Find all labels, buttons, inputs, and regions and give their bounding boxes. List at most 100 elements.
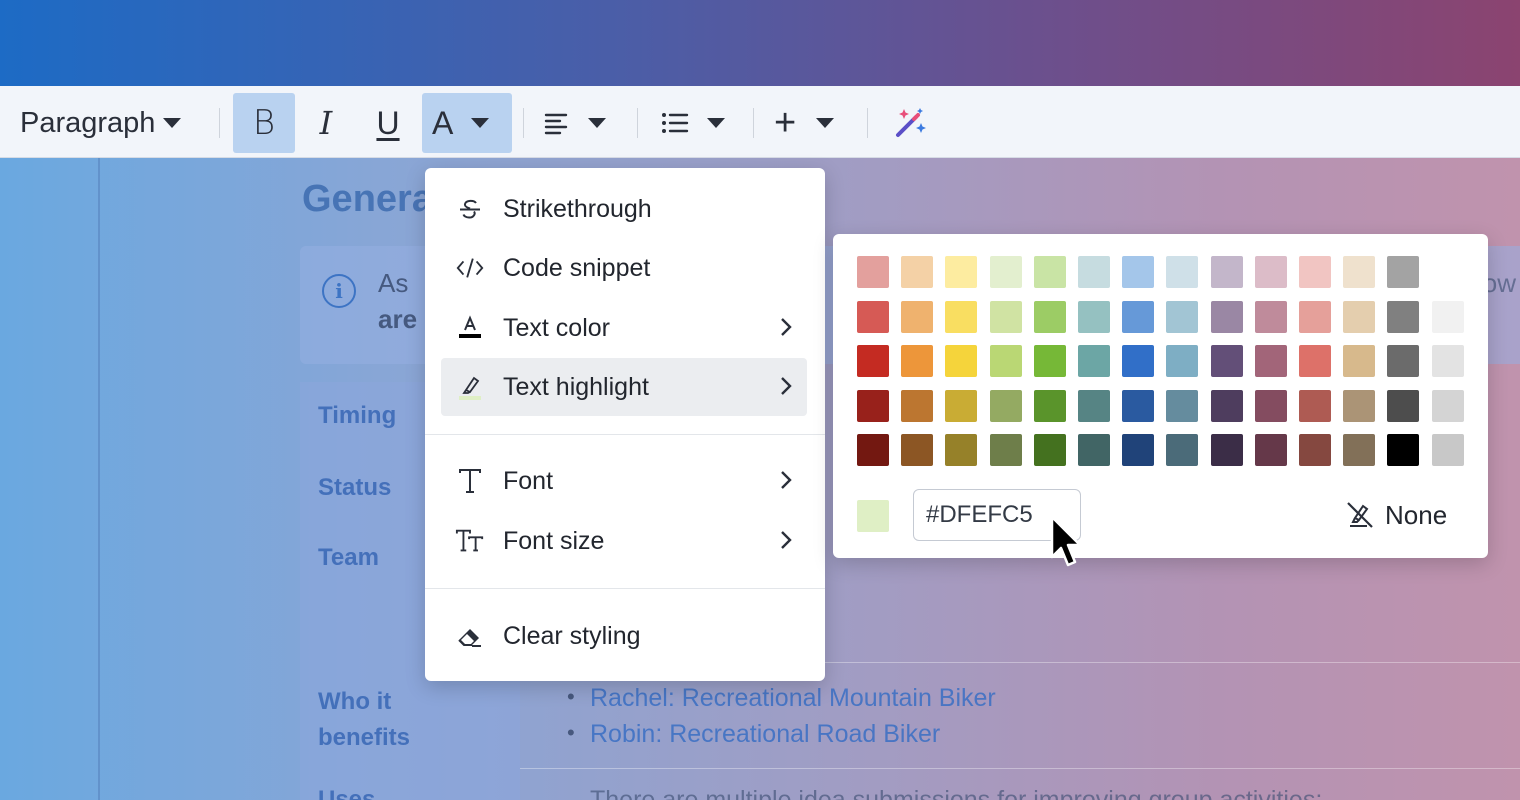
plus-icon: +: [774, 101, 797, 144]
color-swatch[interactable]: [1387, 434, 1420, 466]
color-swatch[interactable]: [1122, 256, 1155, 288]
color-swatch[interactable]: [857, 389, 889, 422]
color-swatch[interactable]: [989, 345, 1022, 377]
color-swatch[interactable]: [1343, 300, 1376, 333]
color-swatch[interactable]: [945, 345, 978, 377]
color-swatch[interactable]: [1122, 345, 1155, 377]
color-swatch[interactable]: [857, 256, 889, 288]
menu-item-font-size[interactable]: Font size: [441, 512, 807, 570]
menu-item-text-highlight[interactable]: Text highlight: [441, 358, 807, 416]
color-swatch[interactable]: [1078, 345, 1110, 377]
color-swatch[interactable]: [1431, 345, 1464, 377]
menu-item-code-snippet[interactable]: Code snippet: [441, 239, 807, 297]
color-swatch[interactable]: [1122, 300, 1155, 333]
color-swatch[interactable]: [1254, 300, 1287, 333]
color-swatch[interactable]: [989, 389, 1022, 422]
italic-button[interactable]: I: [295, 93, 357, 153]
text-color-icon: [455, 313, 485, 343]
ai-assist-button[interactable]: [890, 93, 934, 153]
eraser-icon: [455, 621, 485, 651]
color-swatch[interactable]: [989, 300, 1022, 333]
row-label-uses: Uses: [318, 786, 376, 800]
color-swatch[interactable]: [901, 256, 934, 288]
color-swatch[interactable]: [1343, 434, 1376, 466]
bold-button[interactable]: B: [233, 93, 295, 153]
list-item[interactable]: Rachel: Recreational Mountain Biker: [567, 684, 996, 713]
info-text-line1: As: [378, 268, 409, 298]
color-swatch[interactable]: [901, 300, 934, 333]
color-swatch[interactable]: [1299, 434, 1331, 466]
color-swatch[interactable]: [1299, 300, 1331, 333]
list-item[interactable]: Robin: Recreational Road Biker: [567, 720, 940, 749]
color-swatch[interactable]: [901, 345, 934, 377]
list-dropdown[interactable]: [657, 93, 737, 153]
color-swatch[interactable]: [1166, 256, 1199, 288]
color-swatch[interactable]: [1431, 434, 1464, 466]
color-swatch[interactable]: [1387, 256, 1420, 288]
color-swatch[interactable]: [1210, 256, 1243, 288]
color-swatch[interactable]: [1078, 300, 1110, 333]
menu-item-strikethrough[interactable]: Strikethrough: [441, 180, 807, 238]
selected-color-preview: [857, 500, 889, 532]
color-swatch[interactable]: [1254, 256, 1287, 288]
paragraph-style-dropdown[interactable]: Paragraph: [12, 93, 189, 153]
color-swatch[interactable]: [1166, 389, 1199, 422]
color-swatch[interactable]: [1343, 389, 1376, 422]
color-swatch[interactable]: [901, 434, 934, 466]
bullet-list-icon: [662, 113, 689, 133]
chevron-right-icon: [781, 377, 792, 395]
menu-item-clear-styling[interactable]: Clear styling: [441, 607, 807, 665]
menu-item-text-color[interactable]: Text color: [441, 299, 807, 357]
color-swatch[interactable]: [1387, 389, 1420, 422]
chevron-right-icon: [781, 531, 792, 549]
color-swatch[interactable]: [1299, 389, 1331, 422]
color-swatch[interactable]: [1254, 389, 1287, 422]
color-swatch[interactable]: [857, 300, 889, 333]
no-highlight-button[interactable]: None: [1343, 496, 1447, 534]
color-swatch[interactable]: [1078, 434, 1110, 466]
color-swatch[interactable]: [1299, 345, 1331, 377]
color-swatch[interactable]: [1210, 345, 1243, 377]
alignment-dropdown[interactable]: [540, 93, 620, 153]
color-swatch[interactable]: [945, 256, 978, 288]
color-swatch[interactable]: [1210, 389, 1243, 422]
color-swatch[interactable]: [1387, 300, 1420, 333]
chevron-right-icon: [781, 318, 792, 336]
color-swatch[interactable]: [1254, 345, 1287, 377]
color-swatch[interactable]: [1122, 389, 1155, 422]
color-swatch[interactable]: [1343, 345, 1376, 377]
color-swatch[interactable]: [1033, 300, 1066, 333]
color-swatch[interactable]: [1166, 300, 1199, 333]
color-swatch[interactable]: [1166, 345, 1199, 377]
color-swatch[interactable]: [1033, 345, 1066, 377]
menu-item-label: Code snippet: [503, 253, 651, 282]
menu-item-font[interactable]: Font: [441, 452, 807, 510]
color-swatch[interactable]: [1122, 434, 1155, 466]
color-swatch[interactable]: [1431, 389, 1464, 422]
color-swatch[interactable]: [989, 434, 1022, 466]
color-swatch[interactable]: [945, 300, 978, 333]
color-swatch[interactable]: [1299, 256, 1331, 288]
color-swatch[interactable]: [1078, 256, 1110, 288]
color-swatch[interactable]: [1078, 389, 1110, 422]
color-swatch[interactable]: [857, 434, 889, 466]
color-swatch[interactable]: [945, 434, 978, 466]
text-style-dropdown[interactable]: A: [422, 93, 512, 153]
color-swatch[interactable]: [1210, 300, 1243, 333]
color-swatch[interactable]: [1033, 389, 1066, 422]
color-swatch[interactable]: [1210, 434, 1243, 466]
color-swatch[interactable]: [901, 389, 934, 422]
underline-button[interactable]: U: [357, 93, 419, 153]
insert-dropdown[interactable]: +: [774, 93, 854, 153]
color-swatch[interactable]: [1343, 256, 1376, 288]
color-swatch[interactable]: [1033, 434, 1066, 466]
menu-item-label: Text color: [503, 313, 610, 342]
color-swatch[interactable]: [989, 256, 1022, 288]
color-swatch[interactable]: [1254, 434, 1287, 466]
color-swatch[interactable]: [1166, 434, 1199, 466]
color-swatch[interactable]: [945, 389, 978, 422]
color-swatch[interactable]: [1387, 345, 1420, 377]
color-swatch[interactable]: [1033, 256, 1066, 288]
color-swatch[interactable]: [1431, 300, 1464, 333]
color-swatch[interactable]: [857, 345, 889, 377]
